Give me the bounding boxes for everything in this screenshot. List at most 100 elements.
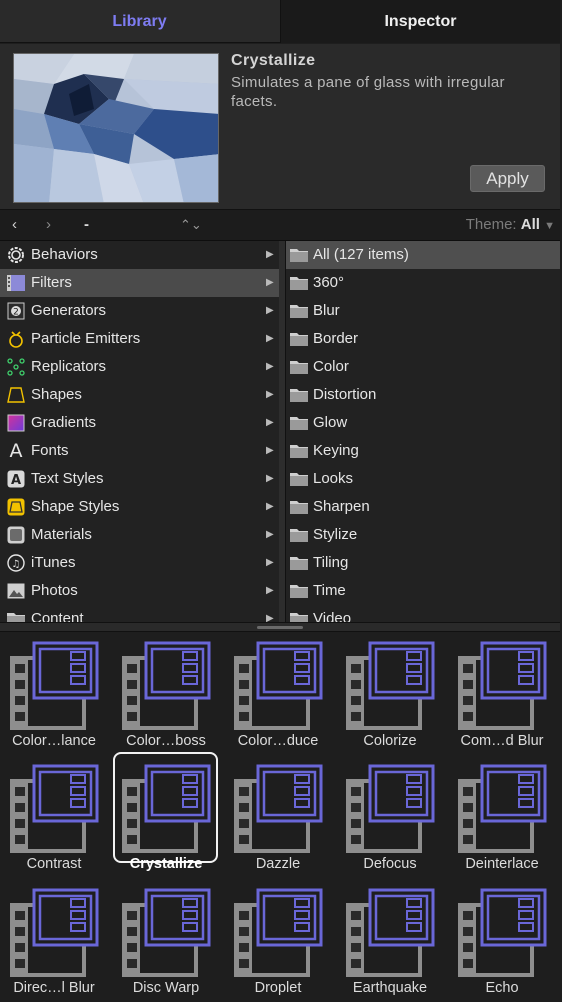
category-item-filters[interactable]: Filters ▶ bbox=[0, 269, 279, 297]
filter-tile[interactable]: Contrast bbox=[0, 755, 108, 875]
filter-name: Direc…l Blur bbox=[13, 980, 95, 996]
filter-name: Echo bbox=[485, 980, 519, 996]
category-label: Shapes bbox=[31, 386, 82, 403]
category-item-text-styles[interactable]: A Text Styles ▶ bbox=[0, 465, 279, 493]
category-item-shapes[interactable]: Shapes ▶ bbox=[0, 381, 279, 409]
folder-icon bbox=[289, 556, 309, 575]
apply-button[interactable]: Apply bbox=[470, 165, 545, 192]
subcategory-item-sharpen[interactable]: Sharpen bbox=[286, 493, 560, 521]
filter-name: Earthquake bbox=[352, 980, 428, 996]
folder-icon bbox=[289, 360, 309, 379]
shape-icon bbox=[6, 386, 26, 404]
subcategory-item-looks[interactable]: Looks bbox=[286, 465, 560, 493]
filter-icon bbox=[458, 764, 547, 853]
category-item-content[interactable]: Content ▶ bbox=[0, 605, 279, 622]
subcategory-label: 360° bbox=[313, 274, 345, 291]
split-divider[interactable] bbox=[0, 622, 560, 632]
music-icon: ♫ bbox=[6, 554, 26, 572]
svg-text:♫: ♫ bbox=[12, 559, 21, 570]
filter-name: Defocus bbox=[363, 856, 417, 872]
category-item-photos[interactable]: Photos ▶ bbox=[0, 577, 279, 605]
forward-button[interactable]: › bbox=[46, 210, 51, 240]
subcategory-item-360[interactable]: 360° bbox=[286, 269, 560, 297]
material-icon bbox=[6, 526, 26, 544]
category-item-materials[interactable]: Materials ▶ bbox=[0, 521, 279, 549]
filter-icon bbox=[122, 641, 211, 730]
text-style-icon: A bbox=[6, 470, 26, 488]
font-icon: A bbox=[9, 440, 23, 462]
filter-tile[interactable]: Droplet bbox=[224, 879, 332, 999]
back-button[interactable]: ‹ bbox=[12, 210, 17, 240]
category-item-replicators[interactable]: Replicators ▶ bbox=[0, 353, 279, 381]
category-item-fonts[interactable]: A Fonts ▶ bbox=[0, 437, 279, 465]
tab-library[interactable]: Library bbox=[0, 0, 279, 43]
subcategory-label: Time bbox=[313, 582, 346, 599]
category-item-shape-styles[interactable]: Shape Styles ▶ bbox=[0, 493, 279, 521]
category-label: Behaviors bbox=[31, 246, 98, 263]
filter-tile-selected[interactable]: Crystallize bbox=[112, 752, 220, 875]
subcategory-item-all[interactable]: All (127 items) bbox=[286, 241, 560, 269]
disclosure-arrow-icon: ▶ bbox=[266, 389, 274, 400]
filter-tile[interactable]: Dazzle bbox=[224, 755, 332, 875]
filter-tile[interactable]: Color…duce bbox=[224, 632, 332, 752]
subcategory-item-blur[interactable]: Blur bbox=[286, 297, 560, 325]
filter-tile[interactable]: Com…d Blur bbox=[448, 632, 556, 752]
subcategory-item-video[interactable]: Video bbox=[286, 605, 560, 622]
disclosure-arrow-icon: ▶ bbox=[266, 585, 274, 596]
folder-icon bbox=[289, 276, 309, 295]
filter-tile[interactable]: Color…boss bbox=[112, 632, 220, 752]
filter-icon bbox=[346, 764, 435, 853]
subcategory-item-color[interactable]: Color bbox=[286, 353, 560, 381]
replicator-icon bbox=[6, 358, 26, 376]
filter-icon bbox=[458, 888, 547, 977]
disclosure-arrow-icon: ▶ bbox=[266, 249, 274, 260]
disclosure-arrow-icon: ▶ bbox=[266, 333, 274, 344]
category-item-behaviors[interactable]: Behaviors ▶ bbox=[0, 241, 279, 269]
category-label: iTunes bbox=[31, 554, 76, 571]
filter-tile[interactable]: Disc Warp bbox=[112, 879, 220, 999]
disclosure-arrow-icon: ▶ bbox=[266, 613, 274, 622]
filter-tile[interactable]: Defocus bbox=[336, 755, 444, 875]
filter-tile[interactable]: Earthquake bbox=[336, 879, 444, 999]
filter-tile[interactable]: Colorize bbox=[336, 632, 444, 752]
tab-inspector[interactable]: Inspector bbox=[280, 0, 560, 43]
folder-icon bbox=[289, 528, 309, 547]
folder-icon bbox=[6, 610, 26, 622]
filter-icon bbox=[122, 764, 211, 853]
subcategory-item-border[interactable]: Border bbox=[286, 325, 560, 353]
filter-name: Disc Warp bbox=[132, 980, 200, 996]
category-item-itunes[interactable]: ♫ iTunes ▶ bbox=[0, 549, 279, 577]
subcategory-item-distortion[interactable]: Distortion bbox=[286, 381, 560, 409]
filter-tile[interactable]: Direc…l Blur bbox=[0, 879, 108, 999]
svg-text:2: 2 bbox=[13, 308, 19, 318]
filter-name: Color…lance bbox=[12, 733, 96, 749]
filter-tile[interactable]: Echo bbox=[448, 879, 556, 999]
browser-nav-bar: ‹ › - ⌃⌄ Theme: All ▼ bbox=[0, 210, 560, 241]
subcategory-item-tiling[interactable]: Tiling bbox=[286, 549, 560, 577]
disclosure-arrow-icon: ▶ bbox=[266, 361, 274, 372]
category-item-particle-emitters[interactable]: Particle Emitters ▶ bbox=[0, 325, 279, 353]
preview-description: Simulates a pane of glass with irregular… bbox=[231, 74, 505, 110]
shape-style-icon bbox=[6, 498, 26, 516]
subcategory-list: All (127 items) 360° Blur Border Color D… bbox=[285, 241, 560, 622]
category-item-gradients[interactable]: Gradients ▶ bbox=[0, 409, 279, 437]
path-popup[interactable]: - bbox=[84, 210, 89, 240]
filter-tile[interactable]: Color…lance bbox=[0, 632, 108, 752]
filter-name: Colorize bbox=[363, 733, 417, 749]
filter-icon bbox=[234, 764, 323, 853]
filter-tile[interactable]: Deinterlace bbox=[448, 755, 556, 875]
theme-popup[interactable]: Theme: All ▼ bbox=[466, 210, 555, 241]
subcategory-item-stylize[interactable]: Stylize bbox=[286, 521, 560, 549]
path-stepper-icon[interactable]: ⌃⌄ bbox=[180, 210, 202, 240]
disclosure-arrow-icon: ▶ bbox=[266, 501, 274, 512]
disclosure-arrow-icon: ▶ bbox=[266, 529, 274, 540]
drag-handle[interactable] bbox=[257, 626, 303, 629]
preview-panel: Crystallize Simulates a pane of glass wi… bbox=[0, 44, 560, 210]
category-item-generators[interactable]: 2 Generators ▶ bbox=[0, 297, 279, 325]
filter-icon bbox=[10, 888, 99, 977]
subcategory-label: Distortion bbox=[313, 386, 377, 403]
subcategory-item-glow[interactable]: Glow bbox=[286, 409, 560, 437]
subcategory-item-time[interactable]: Time bbox=[286, 577, 560, 605]
tab-bar: Library Inspector bbox=[0, 0, 560, 43]
subcategory-item-keying[interactable]: Keying bbox=[286, 437, 560, 465]
